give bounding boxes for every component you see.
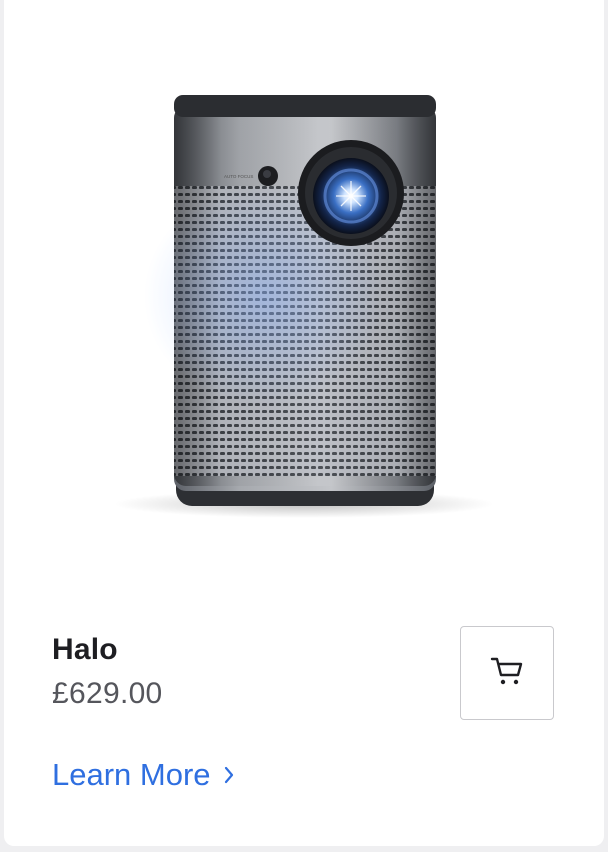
add-to-cart-button[interactable]: [460, 626, 554, 720]
product-name: Halo: [52, 633, 118, 666]
learn-more-label: Learn More: [52, 757, 211, 792]
chevron-right-icon: [223, 765, 235, 785]
shopping-cart-icon: [490, 655, 524, 692]
projector-illustration: AUTO FOCUS: [114, 95, 494, 518]
product-card: AUTO FOCUS Halo £629.00 Learn More: [4, 0, 604, 846]
learn-more-link[interactable]: Learn More: [52, 757, 235, 793]
svg-text:AUTO FOCUS: AUTO FOCUS: [224, 174, 253, 179]
product-price: £629.00: [52, 677, 163, 710]
product-image[interactable]: AUTO FOCUS: [114, 86, 494, 526]
